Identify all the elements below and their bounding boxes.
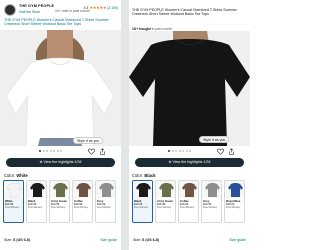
swatch-thumbnail [27, 181, 46, 198]
pagination-dot[interactable] [189, 150, 191, 152]
tee-thumbnail-icon [228, 183, 243, 197]
swatch-thumbnail [133, 181, 152, 198]
swatch-thumbnail [73, 181, 92, 198]
swatch-delivery: Free Delivery [203, 206, 218, 209]
size-selector[interactable]: Size: S (US 6-8) Size guide [4, 238, 117, 244]
model-white-tee-image [0, 30, 121, 146]
size-label: Size: S (US 6-8) [133, 238, 159, 242]
pagination-dot[interactable] [49, 150, 52, 152]
model-black-tee-image [129, 31, 250, 146]
color-swatch-coffee[interactable]: Coffee $19.99 Free Delivery [178, 180, 199, 223]
swatch-delivery: Free Delivery [74, 206, 89, 209]
color-swatches: White $19.99 Free Delivery Black $19.99 … [3, 180, 116, 223]
image-pagination[interactable] [39, 150, 62, 152]
tee-thumbnail-icon [99, 183, 114, 197]
color-swatch-black[interactable]: Black $19.99 Free Delivery [26, 180, 47, 223]
swatch-delivery: Free Delivery [157, 206, 172, 209]
pagination-dot[interactable] [185, 150, 188, 152]
image-controls [0, 147, 121, 156]
pagination-dot[interactable] [60, 150, 62, 152]
color-label-prefix: Color: [132, 173, 144, 178]
color-swatch-coffee[interactable]: Coffee $19.99 Free Delivery [72, 180, 93, 223]
swatch-delivery: Free Delivery [134, 206, 149, 209]
pagination-dot[interactable] [42, 150, 45, 152]
size-guide-link[interactable]: Size guide [229, 238, 246, 242]
pagination-dot[interactable] [56, 150, 59, 152]
swatch-thumbnail [225, 181, 244, 198]
swatch-delivery: Free Delivery [28, 206, 43, 209]
tee-thumbnail-icon [6, 182, 23, 198]
swatch-delivery: Free Delivery [5, 206, 20, 209]
pagination-dot[interactable] [182, 150, 184, 152]
swatch-thumbnail [156, 181, 175, 198]
size-selector[interactable]: Size: S (US 6-8) Size guide [133, 238, 246, 244]
tee-thumbnail-icon [159, 183, 174, 197]
pagination-dot[interactable] [168, 150, 170, 152]
product-image[interactable] [129, 31, 250, 146]
store-name: THE GYM PEOPLE [19, 4, 55, 8]
selected-color-value: White [16, 173, 28, 178]
size-guide-link[interactable]: Size guide [100, 238, 117, 242]
tee-thumbnail-icon [76, 183, 91, 197]
color-swatch-army-green[interactable]: Army Green $19.99 Free Delivery [155, 180, 176, 223]
swatch-thumbnail [179, 181, 198, 198]
swatch-thumbnail [50, 181, 69, 198]
sold-count: 1K+ sold in past month [55, 8, 90, 13]
product-panel-black: THE GYM PEOPLE Women's Casual Oversized … [129, 0, 250, 250]
tee-thumbnail-icon [53, 183, 68, 197]
tee-thumbnail-icon [182, 183, 197, 197]
selected-color-value: Black [144, 173, 156, 178]
color-label: Color: Black [132, 173, 156, 178]
pagination-dot[interactable] [53, 150, 55, 152]
pagination-dot[interactable] [46, 150, 48, 152]
style-it-button[interactable]: Style it as you [73, 137, 104, 144]
swatch-delivery: Free Delivery [226, 206, 241, 209]
share-icon[interactable] [99, 148, 106, 155]
tee-thumbnail-icon [30, 183, 45, 197]
pagination-dot[interactable] [39, 150, 41, 152]
color-swatch-royal-blue[interactable]: Royal Blue $19.99 Free Delivery [224, 180, 245, 223]
color-label-prefix: Color: [4, 173, 16, 178]
selected-size-value: S (US 6-8) [13, 238, 30, 242]
heart-icon[interactable] [217, 148, 224, 155]
panel-divider [121, 0, 129, 250]
color-swatch-white[interactable]: White $19.99 Free Delivery [3, 180, 24, 223]
swatch-thumbnail [4, 181, 23, 198]
product-title[interactable]: THE GYM PEOPLE Women's Casual Oversized … [132, 8, 247, 17]
share-icon[interactable] [228, 148, 235, 155]
swatch-thumbnail [202, 181, 221, 198]
size-label: Size: S (US 6-8) [4, 238, 30, 242]
pagination-dot[interactable] [171, 150, 174, 152]
view-highlights-button[interactable]: ⊕ View the highlights 1/34 [135, 158, 244, 167]
star-rating-icon: ★★★★★ [89, 5, 107, 10]
pagination-dot[interactable] [175, 150, 177, 152]
color-swatch-grey[interactable]: Grey $19.99 Free Delivery [201, 180, 222, 223]
image-controls [129, 147, 250, 156]
swatch-delivery: Free Delivery [180, 206, 195, 209]
store-logo[interactable] [4, 4, 16, 16]
color-label: Color: White [4, 173, 28, 178]
size-label-prefix: Size: [4, 238, 12, 242]
product-panel-white: THE GYM PEOPLE Visit the Store 4.3 ★★★★★… [0, 0, 121, 250]
color-swatches: Black $19.99 Free Delivery Army Green $1… [132, 180, 245, 223]
size-label-prefix: Size: [133, 238, 141, 242]
visit-store-link[interactable]: Visit the Store [19, 10, 40, 14]
selected-size-value: S (US 6-8) [142, 238, 159, 242]
swatch-delivery: Free Delivery [97, 206, 112, 209]
tee-thumbnail-icon [136, 183, 151, 197]
color-swatch-black[interactable]: Black $19.99 Free Delivery [132, 180, 153, 223]
swatch-delivery: Free Delivery [51, 206, 66, 209]
product-image[interactable] [0, 30, 121, 146]
product-title[interactable]: THE GYM PEOPLE Women's Casual Oversized … [4, 18, 118, 27]
image-pagination[interactable] [168, 150, 191, 152]
tee-thumbnail-icon [205, 183, 220, 197]
style-it-button[interactable]: Style it as you [199, 136, 230, 143]
swatch-thumbnail [96, 181, 115, 198]
pagination-dot[interactable] [178, 150, 181, 152]
rating-count[interactable]: (2,150) [107, 6, 118, 10]
color-swatch-army-green[interactable]: Army Green $19.99 Free Delivery [49, 180, 70, 223]
heart-icon[interactable] [88, 148, 95, 155]
color-swatch-grey[interactable]: Grey $19.99 Free Delivery [95, 180, 116, 223]
view-highlights-button[interactable]: ⊕ View the highlights 1/34 [6, 158, 115, 167]
